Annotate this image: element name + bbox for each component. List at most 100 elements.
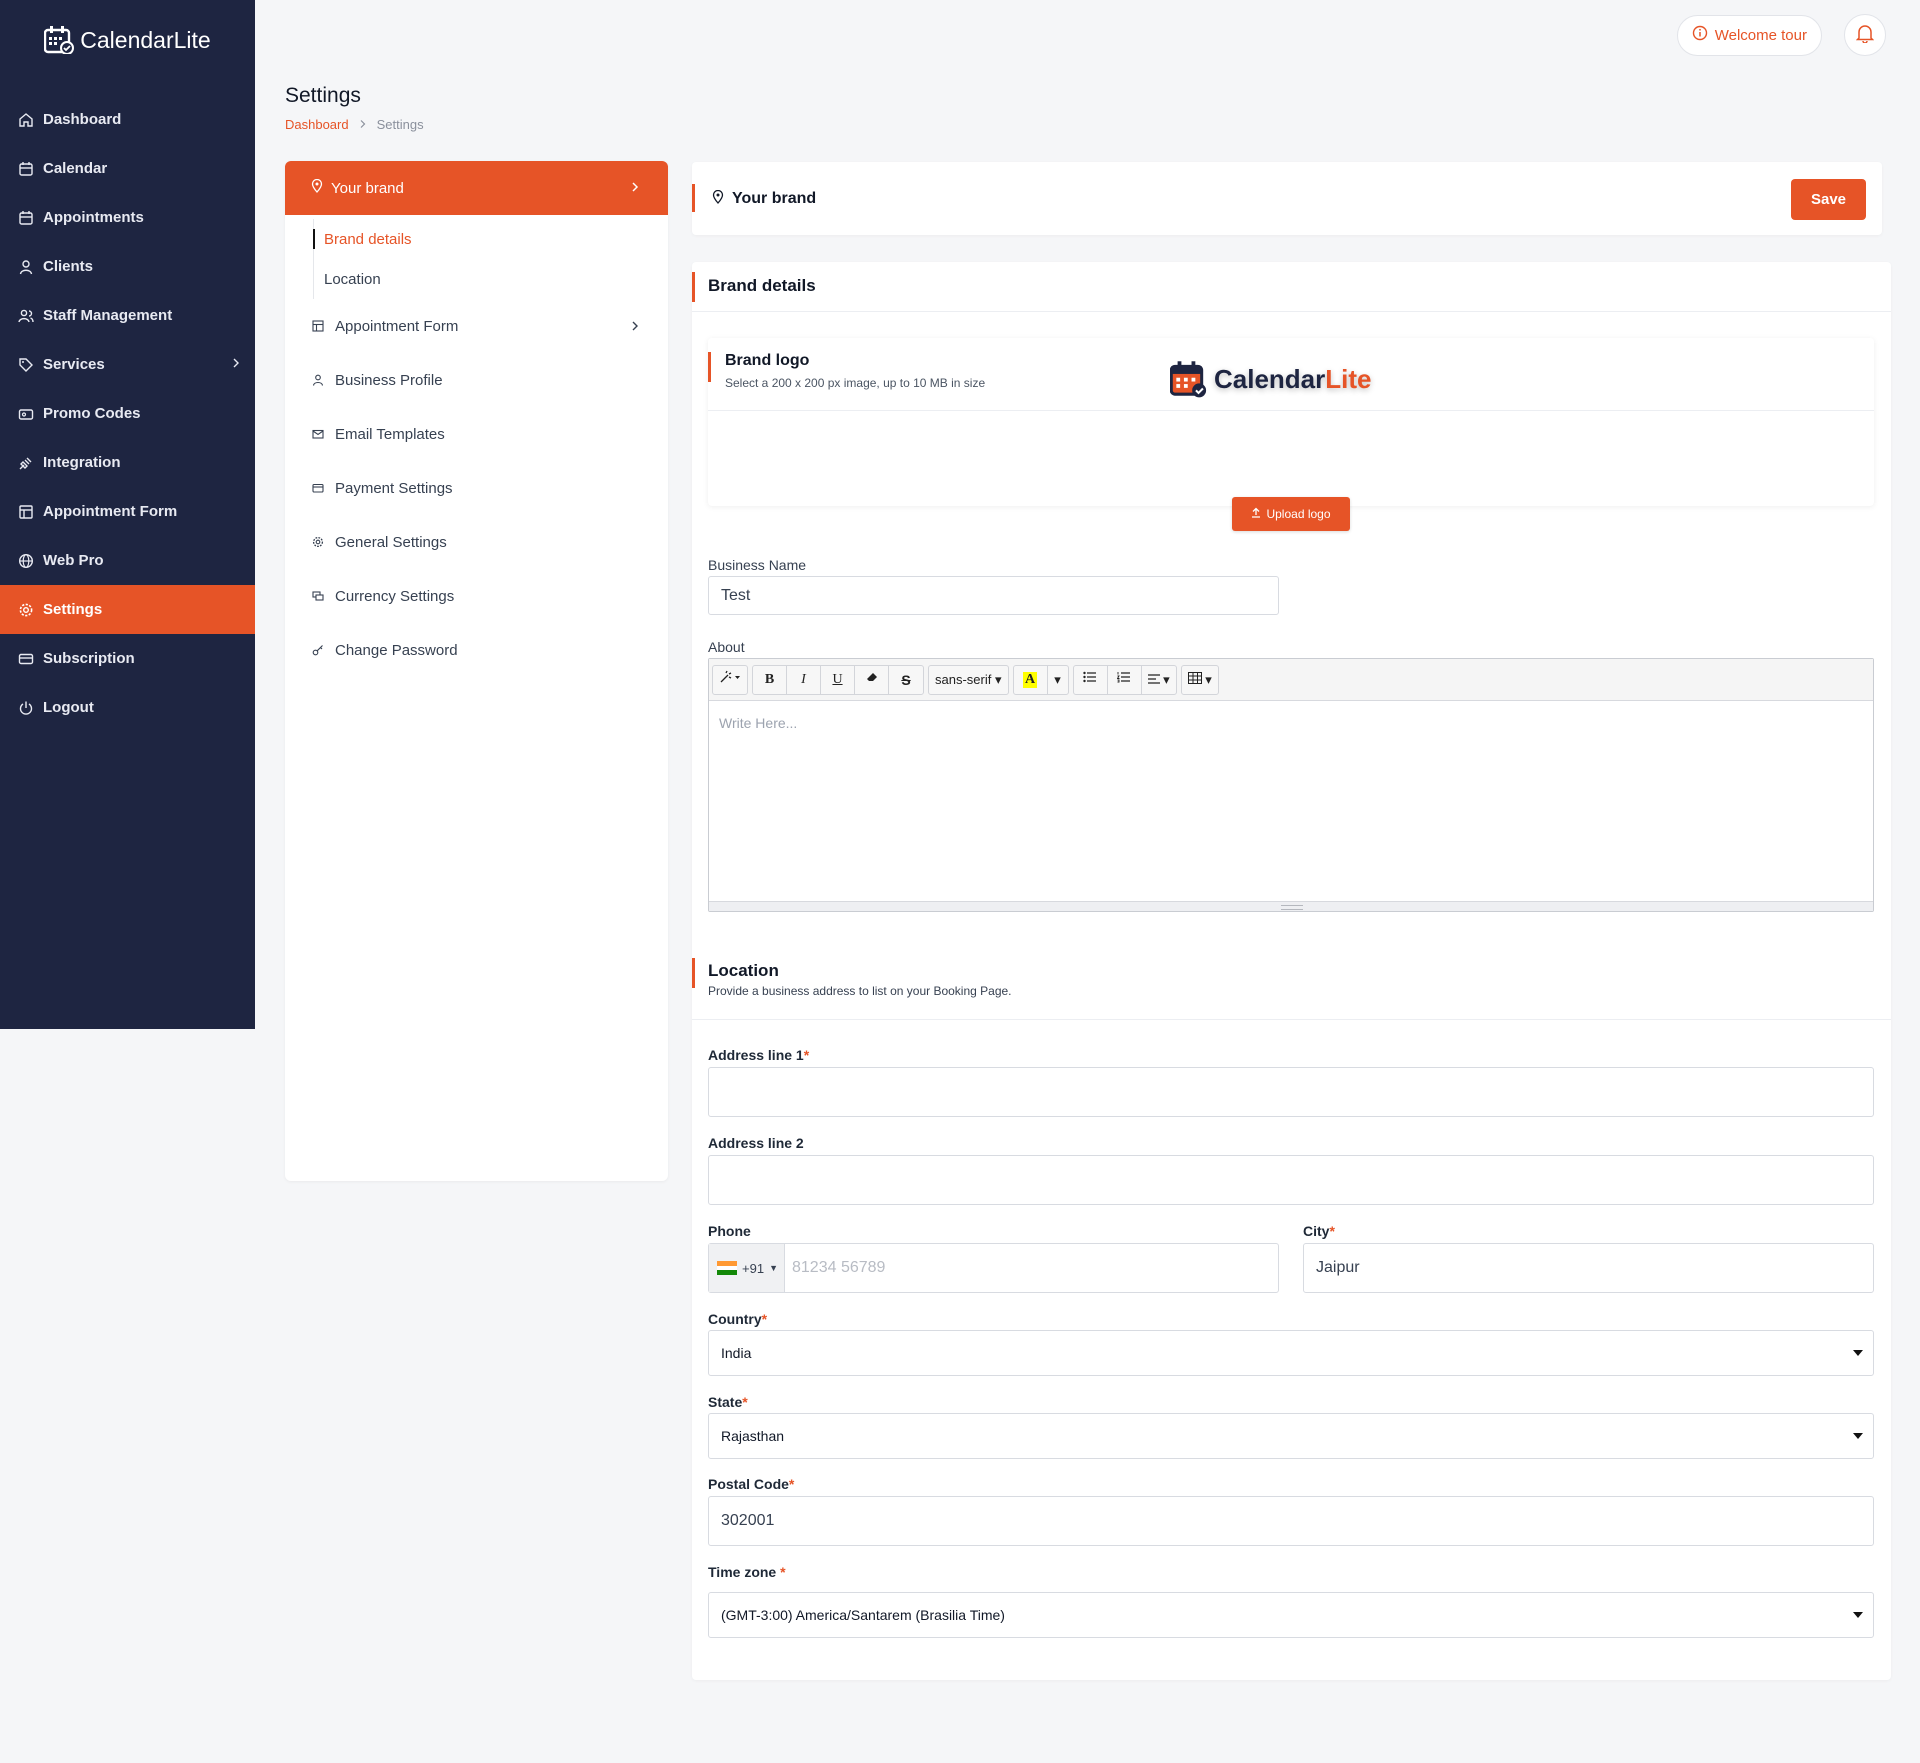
- calendar-logo-icon: [1170, 361, 1207, 398]
- settings-menu-payment-settings[interactable]: Payment Settings: [285, 461, 668, 515]
- brand-logo-preview: CalendarLite: [1170, 360, 1372, 398]
- magic-style-button[interactable]: [713, 666, 747, 694]
- settings-menu-change-password[interactable]: Change Password: [285, 623, 668, 677]
- breadcrumb-current: Settings: [376, 117, 424, 132]
- welcome-tour-button[interactable]: Welcome tour: [1676, 14, 1822, 56]
- sidebar-item-integration[interactable]: Integration: [0, 438, 255, 487]
- align-dropdown[interactable]: ▾: [1142, 666, 1176, 694]
- style-group: [712, 664, 748, 695]
- time-zone-select[interactable]: (GMT-3:00) America/Santarem (Brasilia Ti…: [708, 1592, 1874, 1638]
- underline-button[interactable]: U: [821, 665, 855, 694]
- divider: [692, 311, 1891, 312]
- upload-logo-button[interactable]: Upload logo: [1232, 497, 1350, 531]
- settings-menu-business-profile[interactable]: Business Profile: [285, 353, 668, 407]
- info-icon: [1692, 25, 1708, 45]
- address-line-1-input[interactable]: [708, 1067, 1874, 1117]
- editor-resize-handle[interactable]: [709, 901, 1873, 911]
- upload-logo-label: Upload logo: [1266, 507, 1331, 521]
- sidebar-item-label: Web Pro: [43, 552, 104, 569]
- settings-menu-appointment-form[interactable]: Appointment Form: [285, 299, 668, 353]
- city-label: City*: [1303, 1223, 1335, 1239]
- state-select[interactable]: Rajasthan: [708, 1413, 1874, 1459]
- address-line-2-input[interactable]: [708, 1155, 1874, 1205]
- sidebar-item-clients[interactable]: Clients: [0, 242, 255, 291]
- table-icon: [1187, 672, 1202, 687]
- eraser-button[interactable]: [855, 665, 889, 694]
- users-icon: [17, 307, 35, 325]
- settings-submenu-location[interactable]: Location: [314, 259, 668, 299]
- notifications-button[interactable]: [1844, 14, 1886, 56]
- chevron-right-icon: [359, 117, 367, 132]
- unordered-list-button[interactable]: [1074, 665, 1108, 694]
- sidebar-item-label: Appointments: [43, 209, 144, 226]
- bold-button[interactable]: B: [753, 665, 787, 694]
- power-icon: [17, 699, 35, 717]
- city-input[interactable]: Jaipur: [1303, 1243, 1874, 1293]
- settings-menu-email-templates[interactable]: Email Templates: [285, 407, 668, 461]
- bullet-list-icon: [1083, 671, 1097, 688]
- settings-menu-general-settings[interactable]: General Settings: [285, 515, 668, 569]
- card-icon: [17, 650, 35, 668]
- sidebar-item-staff-management[interactable]: Staff Management: [0, 291, 255, 340]
- sidebar-item-label: Settings: [43, 601, 103, 618]
- chevron-right-icon: [630, 319, 640, 336]
- sidebar-item-appointment-form[interactable]: Appointment Form: [0, 487, 255, 536]
- ticket-icon: [17, 405, 35, 423]
- plug-icon: [17, 454, 35, 472]
- font-name-group: sans-serif ▾: [928, 664, 1009, 695]
- currency-icon: [311, 590, 325, 602]
- ordered-list-button[interactable]: [1108, 665, 1142, 694]
- sidebar-item-settings[interactable]: Settings: [0, 585, 255, 634]
- sidebar: CalendarLite Dashboard Calendar Appointm…: [0, 0, 255, 1029]
- sidebar-item-dashboard[interactable]: Dashboard: [0, 95, 255, 144]
- sidebar-item-label: Services: [43, 356, 105, 373]
- sidebar-item-promo-codes[interactable]: Promo Codes: [0, 389, 255, 438]
- settings-submenu-brand-details[interactable]: Brand details: [313, 219, 668, 259]
- table-dropdown[interactable]: ▾: [1182, 666, 1218, 694]
- location-subtitle: Provide a business address to list on yo…: [708, 984, 1012, 998]
- country-code-selector[interactable]: +91 ▼: [709, 1244, 785, 1292]
- caret-down-icon: ▾: [1163, 671, 1170, 687]
- breadcrumb-dashboard-link[interactable]: Dashboard: [285, 117, 349, 132]
- business-name-input[interactable]: Test: [708, 576, 1279, 615]
- settings-menu-label: Currency Settings: [335, 587, 455, 605]
- settings-menu-currency-settings[interactable]: Currency Settings: [285, 569, 668, 623]
- postal-code-input[interactable]: 302001: [708, 1496, 1874, 1546]
- form-icon: [311, 320, 325, 332]
- address-line-2-label: Address line 2: [708, 1135, 804, 1151]
- page-title: Settings: [285, 84, 361, 107]
- sidebar-item-label: Appointment Form: [43, 503, 178, 520]
- about-editor-area[interactable]: Write Here...: [719, 715, 797, 731]
- gear-icon: [311, 536, 325, 548]
- italic-button[interactable]: I: [787, 665, 821, 694]
- color-dropdown[interactable]: ▾: [1048, 666, 1068, 694]
- text-color-button[interactable]: A: [1014, 665, 1048, 694]
- location-pin-icon: [311, 178, 323, 197]
- sidebar-item-calendar[interactable]: Calendar: [0, 144, 255, 193]
- divider: [692, 1019, 1891, 1020]
- brand-logo-text: CalendarLite: [1214, 363, 1372, 394]
- settings-menu-head-label: Your brand: [331, 179, 404, 197]
- settings-menu-label: Change Password: [335, 641, 458, 659]
- sidebar-item-subscription[interactable]: Subscription: [0, 634, 255, 683]
- user-icon: [17, 258, 35, 276]
- sidebar-item-web-pro[interactable]: Web Pro: [0, 536, 255, 585]
- settings-menu-your-brand[interactable]: Your brand: [285, 161, 668, 215]
- color-group: A ▾: [1012, 664, 1069, 695]
- welcome-tour-label: Welcome tour: [1714, 26, 1807, 44]
- font-name-dropdown[interactable]: sans-serif ▾: [929, 666, 1008, 694]
- sidebar-item-appointments[interactable]: Appointments: [0, 193, 255, 242]
- strikethrough-button[interactable]: S: [889, 666, 923, 694]
- save-button[interactable]: Save: [1791, 179, 1866, 220]
- country-select[interactable]: India: [708, 1330, 1874, 1376]
- country-code-value: +91: [742, 1260, 765, 1276]
- phone-input[interactable]: +91 ▼ 81234 56789: [708, 1243, 1279, 1293]
- app-logo[interactable]: CalendarLite: [0, 0, 255, 80]
- sidebar-item-label: Calendar: [43, 160, 108, 177]
- sidebar-item-label: Logout: [43, 699, 94, 716]
- sidebar-item-logout[interactable]: Logout: [0, 683, 255, 732]
- brand-logo-subtitle: Select a 200 x 200 px image, up to 10 MB…: [725, 376, 986, 390]
- caret-down-icon: [1853, 1612, 1863, 1618]
- user-icon: [311, 374, 325, 386]
- sidebar-item-services[interactable]: Services: [0, 340, 255, 389]
